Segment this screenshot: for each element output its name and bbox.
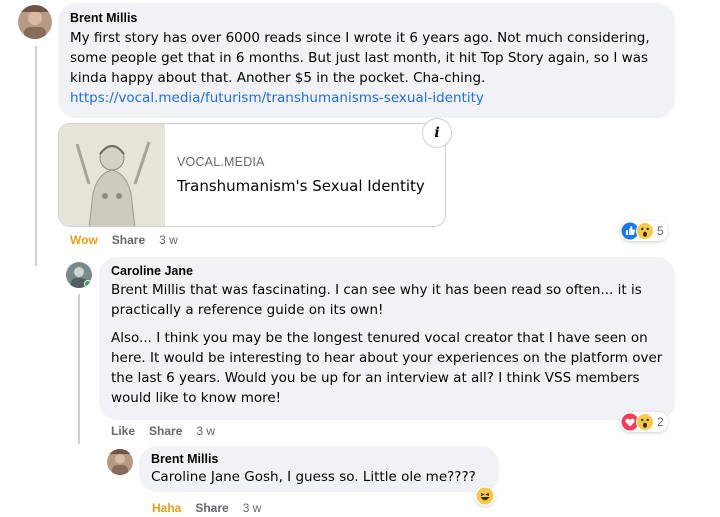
online-status-dot: [84, 280, 92, 288]
comment-author[interactable]: Brent Millis: [70, 11, 663, 25]
avatar[interactable]: [107, 449, 133, 475]
avatar[interactable]: [18, 5, 52, 39]
avatar[interactable]: [66, 262, 92, 288]
reply-text-body: Gosh, I guess so. Little ole me????: [239, 469, 476, 485]
timestamp[interactable]: 3 w: [243, 501, 262, 515]
comment-actions: Wow Share 3 w: [70, 233, 178, 247]
reply-author[interactable]: Brent Millis: [151, 452, 487, 466]
wow-icon: [636, 413, 654, 431]
reply-text-paragraph: Also... I think you may be the longest t…: [111, 330, 663, 406]
thread-line: [78, 294, 80, 444]
thread-line: [35, 46, 37, 266]
reply-bubble: Brent Millis Caroline Jane Gosh, I guess…: [139, 446, 499, 492]
haha-reaction-button[interactable]: Haha: [152, 501, 181, 515]
share-button[interactable]: Share: [149, 424, 182, 438]
wow-icon: [636, 222, 654, 240]
comment-link[interactable]: https://vocal.media/futurism/transhumani…: [70, 88, 663, 108]
timestamp[interactable]: 3 w: [159, 233, 178, 247]
reaction-summary[interactable]: [475, 486, 495, 506]
reply-author[interactable]: Caroline Jane: [111, 264, 663, 278]
reaction-count: 2: [657, 415, 664, 429]
reply-text-body: that was fascinating. I can see why it h…: [111, 282, 642, 318]
mention-tag[interactable]: Brent Millis: [111, 282, 186, 298]
link-preview-thumbnail: [59, 124, 165, 226]
reply-actions: Haha Share 3 w: [152, 501, 261, 515]
reply-bubble: Caroline Jane Brent Millis that was fasc…: [99, 257, 675, 420]
reaction-summary[interactable]: 2: [620, 412, 668, 432]
share-button[interactable]: Share: [195, 501, 228, 515]
reaction-count: 5: [657, 224, 664, 238]
link-preview-title[interactable]: Transhumanism's Sexual Identity: [177, 177, 425, 195]
info-icon[interactable]: i: [422, 118, 452, 148]
reaction-summary[interactable]: 5: [620, 221, 668, 241]
reply-actions: Like Share 3 w: [111, 424, 215, 438]
reply-text: Caroline Jane Gosh, I guess so. Little o…: [151, 467, 487, 487]
comment-text: My first story has over 6000 reads since…: [70, 30, 650, 86]
haha-icon: [476, 487, 494, 505]
link-preview-card[interactable]: VOCAL.MEDIA Transhumanism's Sexual Ident…: [58, 123, 446, 227]
mention-tag[interactable]: Caroline Jane: [151, 469, 240, 485]
timestamp[interactable]: 3 w: [196, 424, 215, 438]
link-preview-domain: VOCAL.MEDIA: [177, 155, 265, 169]
like-button[interactable]: Like: [111, 424, 135, 438]
comment-bubble: Brent Millis My first story has over 600…: [58, 3, 675, 118]
reply-text: Brent Millis that was fascinating. I can…: [111, 280, 663, 320]
wow-reaction-button[interactable]: Wow: [70, 233, 98, 247]
share-button[interactable]: Share: [112, 233, 145, 247]
